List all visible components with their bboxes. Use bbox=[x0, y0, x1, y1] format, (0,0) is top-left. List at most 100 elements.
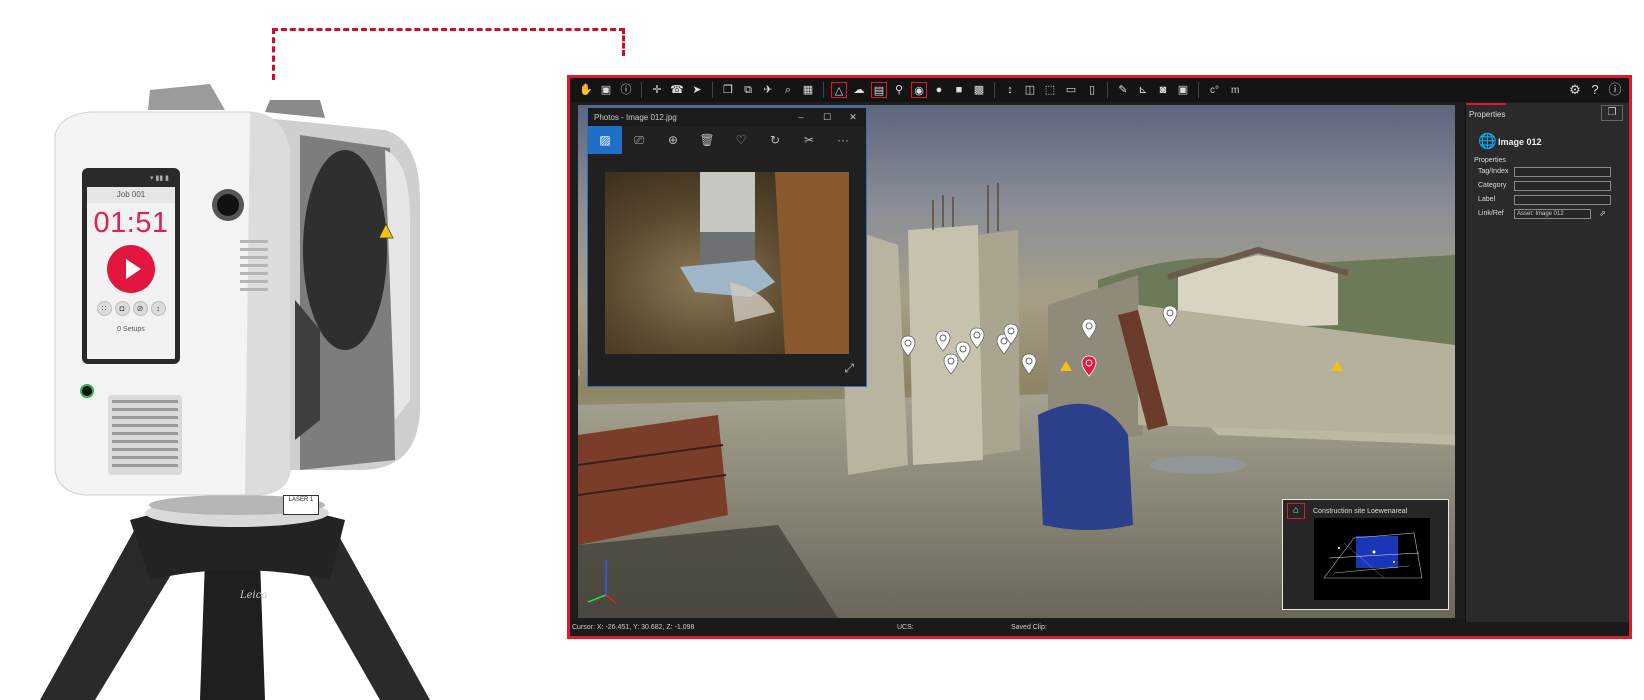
video-icon[interactable]: ▣ bbox=[1175, 82, 1191, 98]
marker-icon[interactable]: ⚲ bbox=[891, 82, 907, 98]
slideshow-icon[interactable]: ⎚ bbox=[622, 126, 656, 154]
image-marker[interactable] bbox=[1162, 305, 1178, 327]
delete-icon[interactable]: 🗑 bbox=[690, 126, 724, 154]
property-label: Label bbox=[1478, 196, 1496, 203]
warning-tag-icon[interactable]: △ bbox=[831, 82, 847, 98]
image-marker-selected[interactable] bbox=[1081, 355, 1097, 377]
point-cloud-overview[interactable] bbox=[1314, 518, 1430, 600]
site-icon[interactable]: ⌂ bbox=[1287, 503, 1305, 519]
tilt-icon[interactable]: ↕ bbox=[150, 301, 166, 316]
open-link-icon[interactable]: ⇗ bbox=[1599, 209, 1609, 219]
pan-icon[interactable]: ✋ bbox=[578, 82, 594, 98]
site-minimap[interactable]: ⌂ Construction site Loewenareal bbox=[1282, 499, 1449, 610]
walk-icon[interactable]: ☎ bbox=[669, 82, 685, 98]
power-button[interactable] bbox=[80, 384, 94, 398]
expand-icon[interactable]: ⤢ bbox=[844, 361, 854, 376]
info-icon[interactable]: ⓘ bbox=[618, 82, 634, 98]
camera-icon[interactable]: ◙ bbox=[1155, 82, 1171, 98]
scanner-body-graphic bbox=[40, 84, 430, 700]
clip-size-icon[interactable]: ▭ bbox=[1062, 82, 1080, 98]
copy-icon[interactable]: ⧉ bbox=[740, 82, 756, 98]
navigate-icon[interactable]: ➤ bbox=[689, 82, 705, 98]
scroll-left-arrow[interactable]: ◀ bbox=[578, 367, 580, 378]
toolbar-separator bbox=[641, 82, 642, 98]
dimension-icon[interactable]: ⊾ bbox=[1135, 82, 1151, 98]
gear-icon[interactable]: ⚙ bbox=[1567, 82, 1583, 98]
more-icon[interactable]: ··· bbox=[826, 126, 860, 154]
layers-icon[interactable]: ❐ bbox=[720, 82, 736, 98]
saved-clip-label: Saved Clip: bbox=[1011, 624, 1047, 631]
laser-scanner-illustration: ▾ ▮▮ ▮ Job 001 01:51 ∷ ◘ ⊘ ↕ 0 Setups LA… bbox=[0, 0, 470, 700]
density-icon[interactable]: ∷ bbox=[96, 301, 112, 316]
link-ref-field[interactable]: Asset: Image 012 bbox=[1514, 208, 1591, 219]
image-view-icon[interactable]: ▨ bbox=[588, 126, 622, 154]
scanner-touchscreen[interactable]: ▾ ▮▮ ▮ Job 001 01:51 ∷ ◘ ⊘ ↕ 0 Setups bbox=[82, 168, 180, 364]
photos-title-bar[interactable]: Photos - Image 012.jpg – ☐ ✕ bbox=[588, 108, 866, 126]
warning-tag[interactable] bbox=[1331, 361, 1343, 371]
window-controls: – ☐ ✕ bbox=[788, 112, 866, 123]
image-off-icon[interactable]: ⊘ bbox=[132, 301, 148, 316]
toolbar-separator bbox=[994, 82, 995, 98]
image-marker[interactable] bbox=[935, 330, 951, 352]
toolbar-separator bbox=[712, 82, 713, 98]
favorite-icon[interactable]: ♡ bbox=[724, 126, 758, 154]
close-button[interactable]: ✕ bbox=[840, 112, 866, 123]
save-view-icon[interactable]: ▣ bbox=[598, 82, 614, 98]
help-icon[interactable]: ? bbox=[1587, 82, 1603, 98]
minimize-button[interactable]: – bbox=[788, 112, 814, 123]
photo-preview bbox=[605, 172, 849, 354]
warning-tag[interactable] bbox=[1060, 361, 1072, 371]
section-icon[interactable]: ◫ bbox=[1022, 82, 1038, 98]
properties-panel: Properties ❐ 🌐 Image 012 Properties Tag/… bbox=[1465, 103, 1629, 622]
property-row-link-ref: Link/Ref Asset: Image 012 ⇗ bbox=[1466, 207, 1629, 220]
toolbar-separator bbox=[823, 82, 824, 98]
job-name: Job 001 bbox=[87, 187, 175, 203]
filter-icon[interactable]: ▦ bbox=[800, 82, 816, 98]
image-marker[interactable] bbox=[1081, 318, 1097, 340]
cube-icon[interactable]: ⬚ bbox=[1042, 82, 1058, 98]
image-marker[interactable] bbox=[900, 335, 916, 357]
photos-viewer-window[interactable]: Photos - Image 012.jpg – ☐ ✕ ▨ ⎚ ⊕ 🗑 ♡ ↻… bbox=[587, 107, 867, 387]
tab-properties[interactable]: Properties bbox=[1466, 103, 1506, 123]
overview-point-cloud bbox=[1323, 532, 1423, 579]
toolbar-separator bbox=[1107, 82, 1108, 98]
send-icon[interactable]: ✈ bbox=[760, 82, 776, 98]
group-icon[interactable]: ● bbox=[931, 82, 947, 98]
zoom-in-icon[interactable]: ⊕ bbox=[656, 126, 690, 154]
ruler-icon[interactable]: ✎ bbox=[1115, 82, 1131, 98]
edit-icon[interactable]: ✂ bbox=[792, 126, 826, 154]
object-name: Image 012 bbox=[1498, 137, 1542, 147]
tag-index-field[interactable] bbox=[1514, 166, 1611, 177]
scan-timer: 01:51 bbox=[93, 207, 169, 239]
object-header: 🌐 Image 012 bbox=[1466, 133, 1629, 151]
image-marker[interactable] bbox=[1021, 353, 1037, 375]
category-field[interactable] bbox=[1514, 180, 1611, 191]
start-scan-button[interactable] bbox=[107, 245, 155, 293]
photos-window-title: Photos - Image 012.jpg bbox=[594, 112, 677, 122]
brand-logo: Leica bbox=[240, 590, 268, 601]
view-icon[interactable]: ◉ bbox=[911, 82, 927, 98]
main-toolbar: ✋ ▣ ⓘ ✛ ☎ ➤ ❐ ⧉ ✈ ⌕ ▦ △ ☁ ▤ ⚲ ◉ ● ■ ▩ ↕ … bbox=[570, 78, 1629, 102]
properties-tab-bar: Properties ❐ bbox=[1466, 103, 1629, 123]
height-icon[interactable]: ↕ bbox=[1002, 82, 1018, 98]
globe-icon: 🌐 bbox=[1478, 133, 1497, 150]
rotate-icon[interactable]: ↻ bbox=[758, 126, 792, 154]
dock-panel-icon[interactable]: ❐ bbox=[1601, 105, 1623, 121]
zoom-icon[interactable]: ⌕ bbox=[780, 82, 796, 98]
degree-unit[interactable]: c° bbox=[1210, 85, 1219, 96]
crosshair-icon[interactable]: ✛ bbox=[649, 82, 665, 98]
label-field[interactable] bbox=[1514, 194, 1611, 205]
image-tag-icon[interactable]: ▤ bbox=[871, 82, 887, 98]
picture-icon[interactable]: ▩ bbox=[971, 82, 987, 98]
cloud-icon[interactable]: ☁ bbox=[851, 82, 867, 98]
camera-icon[interactable]: ◘ bbox=[114, 301, 130, 316]
info-icon[interactable]: ⓘ bbox=[1607, 82, 1623, 98]
measure-unit[interactable]: m bbox=[1231, 85, 1239, 96]
image-marker[interactable] bbox=[969, 327, 985, 349]
dashed-connector-right bbox=[622, 28, 625, 56]
laser-class-label: LASER 1 bbox=[283, 495, 319, 515]
maximize-button[interactable]: ☐ bbox=[814, 112, 840, 123]
square-icon[interactable]: ■ bbox=[951, 82, 967, 98]
clip-box-icon[interactable]: ▯ bbox=[1084, 82, 1100, 98]
image-marker[interactable] bbox=[1003, 323, 1019, 345]
